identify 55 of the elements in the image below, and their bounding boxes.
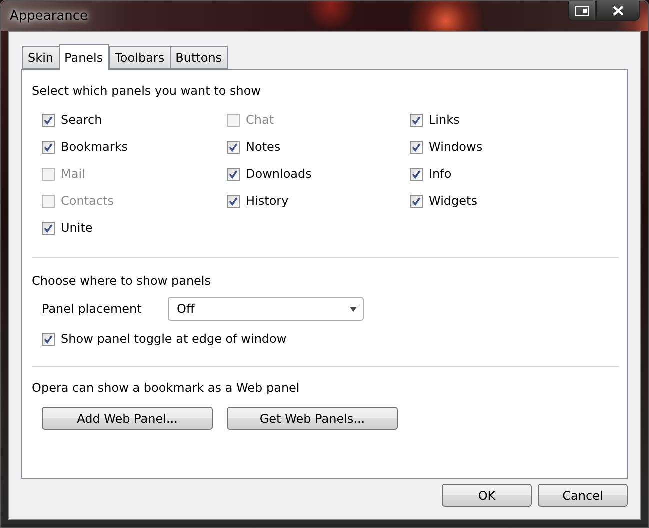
web-panel-button[interactable]: Get Web Panels...	[227, 407, 398, 430]
checkbox[interactable]	[410, 140, 423, 154]
section-heading: Choose where to show panels	[32, 274, 212, 288]
tab[interactable]: Panels	[58, 44, 110, 70]
close-button[interactable]	[596, 1, 640, 21]
checkbox[interactable]	[42, 222, 55, 234]
checkbox[interactable]	[42, 114, 55, 126]
check-icon	[412, 170, 421, 178]
checkbox-label: Show panel toggle at edge of window	[61, 332, 287, 346]
dialog-button[interactable]: Cancel	[538, 484, 628, 507]
checkbox-label: Mail	[61, 167, 86, 181]
checkbox-label: Search	[61, 113, 102, 127]
checkbox[interactable]	[410, 114, 423, 126]
checkbox-label: Windows	[429, 140, 483, 154]
dialog-button[interactable]: OK	[442, 484, 532, 507]
checkbox-label: Contacts	[61, 194, 114, 208]
check-icon	[412, 116, 421, 124]
section-heading: Select which panels you want to show	[32, 84, 262, 98]
check-icon	[44, 334, 53, 344]
checkbox-label: Widgets	[429, 194, 478, 208]
window-title: Appearance	[10, 8, 88, 24]
checkbox-label: Unite	[61, 221, 93, 235]
checkbox-label: Notes	[246, 140, 281, 154]
checkbox-label: Links	[429, 113, 460, 127]
checkbox-label: History	[246, 194, 289, 208]
web-panel-button[interactable]: Add Web Panel...	[42, 407, 213, 430]
checkbox-label: Bookmarks	[61, 140, 128, 154]
window-icon	[575, 6, 589, 16]
checkbox[interactable]	[42, 332, 55, 346]
checkbox[interactable]	[410, 168, 423, 180]
checkbox-label: Info	[429, 167, 452, 181]
checkbox[interactable]	[410, 194, 423, 208]
section-heading: Opera can show a bookmark as a Web panel	[32, 381, 301, 395]
check-icon	[229, 142, 238, 152]
check-icon	[412, 142, 421, 152]
checkbox[interactable]	[227, 168, 240, 180]
tab[interactable]: Toolbars	[109, 46, 171, 69]
field-label: Panel placement	[42, 302, 143, 316]
close-icon	[612, 6, 624, 16]
check-icon	[44, 142, 53, 152]
check-icon	[44, 116, 53, 124]
checkbox[interactable]	[227, 140, 240, 154]
window-button[interactable]	[568, 1, 596, 21]
dropdown-arrow-icon	[350, 306, 357, 312]
checkbox[interactable]	[42, 140, 55, 154]
check-icon	[229, 196, 238, 206]
checkbox[interactable]	[227, 194, 240, 208]
check-icon	[229, 170, 238, 178]
placement-dropdown[interactable]: Off	[168, 297, 364, 321]
tab[interactable]: Buttons	[170, 46, 228, 69]
checkbox-label: Downloads	[246, 167, 312, 181]
check-icon	[44, 224, 53, 232]
checkbox-label: Chat	[246, 113, 274, 127]
tab[interactable]: Skin	[22, 46, 60, 69]
check-icon	[412, 196, 421, 206]
